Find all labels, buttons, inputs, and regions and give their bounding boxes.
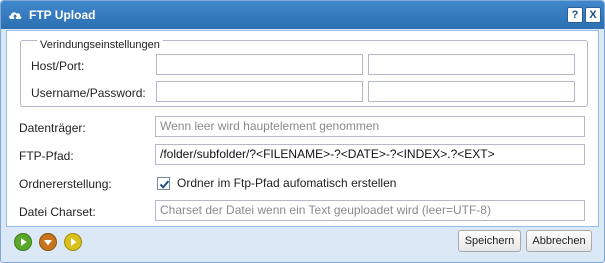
arrow-down-orange-icon	[39, 233, 57, 251]
ordner-checkbox[interactable]	[157, 177, 170, 190]
ordner-checkbox-label[interactable]: Ordner im Ftp-Pfad aufomatisch erstellen	[177, 176, 396, 190]
charset-input[interactable]: Charset der Datei wenn ein Text geupload…	[155, 200, 585, 221]
play-yellow-button[interactable]	[64, 233, 82, 251]
datentraeger-label: Datenträger:	[19, 121, 86, 135]
datentraeger-input[interactable]: Wenn leer wird hauptelement genommen	[155, 116, 585, 137]
form-panel: Verindungseinstellungen Host/Port: Usern…	[6, 30, 599, 227]
checkmark-icon	[159, 180, 170, 189]
charset-label: Datei Charset:	[19, 205, 96, 219]
ftp-pfad-input[interactable]: /folder/subfolder/?<FILENAME>-?<DATE>-?<…	[155, 144, 585, 165]
password-input[interactable]	[368, 81, 575, 102]
port-input[interactable]	[368, 54, 575, 75]
arrow-down-orange-button[interactable]	[39, 233, 57, 251]
cloud-upload-icon	[7, 7, 23, 23]
window-title: FTP Upload	[29, 8, 96, 22]
host-input[interactable]	[156, 54, 363, 75]
user-pass-label: Username/Password:	[31, 86, 146, 100]
play-green-icon	[14, 233, 32, 251]
cancel-button[interactable]: Abbrechen	[526, 230, 592, 252]
help-button[interactable]: ?	[567, 7, 583, 23]
window-titlebar[interactable]: FTP Upload ? X	[1, 1, 604, 29]
ordner-label: Ordnererstellung:	[19, 177, 112, 191]
ftp-pfad-label: FTP-Pfad:	[19, 149, 74, 163]
play-green-button[interactable]	[14, 233, 32, 251]
connection-legend: Verindungseinstellungen	[37, 39, 163, 51]
ftp-upload-window: FTP Upload ? X Verindungseinstellungen H…	[0, 0, 605, 263]
username-input[interactable]	[156, 81, 363, 102]
host-port-label: Host/Port:	[31, 59, 85, 73]
save-button[interactable]: Speichern	[458, 230, 521, 252]
play-yellow-icon	[64, 233, 82, 251]
close-button[interactable]: X	[585, 7, 601, 23]
